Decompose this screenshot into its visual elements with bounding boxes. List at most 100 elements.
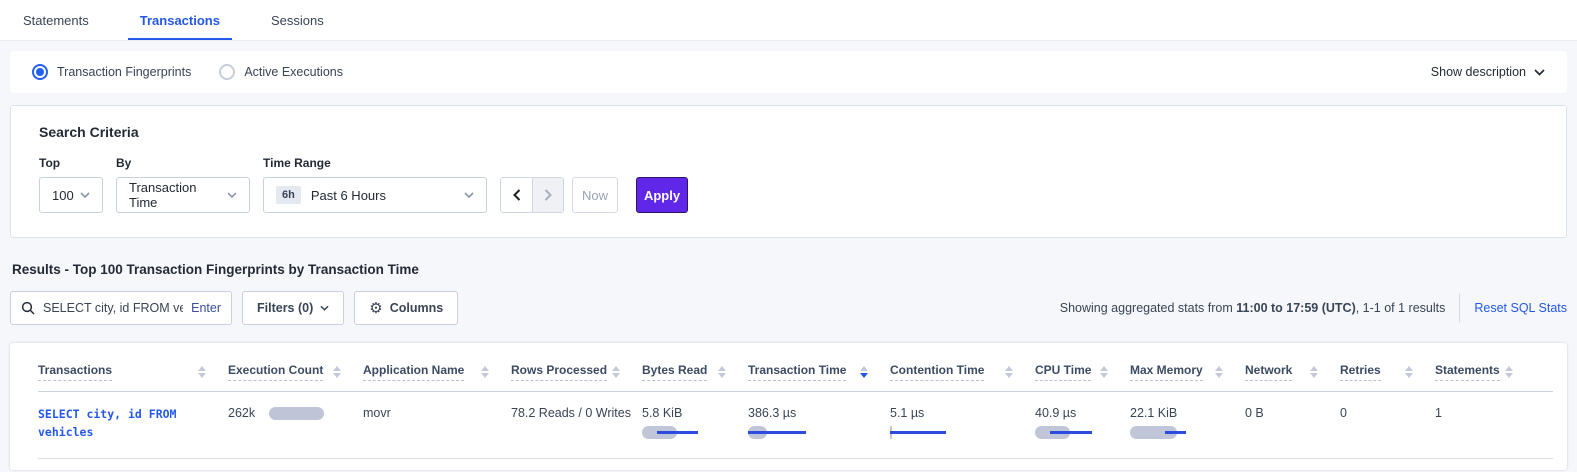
by-select[interactable]: Transaction Time: [116, 177, 250, 213]
sort-icon[interactable]: [1405, 363, 1413, 378]
by-select-value: Transaction Time: [129, 180, 227, 210]
tab-transactions[interactable]: Transactions: [128, 0, 232, 40]
column-header-contention-time[interactable]: Contention Time: [890, 363, 1035, 381]
search-icon: [21, 301, 35, 315]
time-range-value: Past 6 Hours: [311, 188, 386, 203]
time-range-prev-button[interactable]: [501, 178, 532, 212]
column-header-retries[interactable]: Retries: [1340, 363, 1435, 381]
by-field: By Transaction Time: [116, 156, 250, 213]
aggregated-stats-text: Showing aggregated stats from 11:00 to 1…: [1060, 301, 1446, 315]
sort-icon[interactable]: [1505, 363, 1513, 378]
column-header-cpu-time[interactable]: CPU Time: [1035, 363, 1130, 381]
transaction-time-bar: [748, 426, 810, 439]
cell-bytes-read: 5.8 KiB: [642, 406, 748, 439]
apply-button[interactable]: Apply: [636, 177, 688, 213]
cell-transaction: SELECT city, id FROM vehicles: [38, 406, 228, 442]
search-criteria-panel: Search Criteria Top 100 By Transaction T…: [10, 105, 1567, 238]
reset-sql-stats-link[interactable]: Reset SQL Stats: [1474, 301, 1567, 315]
search-input-value: SELECT city, id FROM vehicles W: [43, 301, 183, 315]
chevron-right-icon: [544, 189, 552, 201]
column-header-network[interactable]: Network: [1245, 363, 1340, 381]
time-range-field: Time Range 6h Past 6 Hours: [263, 156, 487, 213]
time-range-select[interactable]: 6h Past 6 Hours: [263, 177, 487, 213]
cell-max-memory: 22.1 KiB: [1130, 406, 1245, 439]
cpu-time-bar: [1035, 426, 1097, 439]
top-field: Top 100: [39, 156, 103, 213]
chevron-left-icon: [513, 189, 521, 201]
sort-icon[interactable]: [612, 363, 620, 378]
radio-selected-icon: [32, 64, 48, 80]
cell-transaction-time: 386.3 µs: [748, 406, 890, 439]
top-select[interactable]: 100: [39, 177, 103, 213]
column-header-statements[interactable]: Statements: [1435, 363, 1535, 381]
view-toggle-panel: Transaction Fingerprints Active Executio…: [10, 51, 1567, 93]
results-right-controls: Showing aggregated stats from 11:00 to 1…: [1060, 294, 1567, 322]
cell-cpu-time: 40.9 µs: [1035, 406, 1130, 439]
chevron-down-icon: [80, 192, 90, 198]
time-range-field-label: Time Range: [263, 156, 487, 170]
sort-icon[interactable]: [481, 363, 489, 378]
sort-icon[interactable]: [1100, 363, 1108, 378]
column-header-max-memory[interactable]: Max Memory: [1130, 363, 1245, 381]
column-header-transactions[interactable]: Transactions: [38, 363, 228, 381]
table-header-row: Transactions Execution Count Application…: [38, 343, 1553, 392]
radio-unselected-icon: [219, 64, 235, 80]
chevron-down-icon: [227, 192, 237, 198]
filters-button[interactable]: Filters (0): [242, 291, 344, 325]
column-header-transaction-time[interactable]: Transaction Time: [748, 363, 890, 381]
results-controls-row: SELECT city, id FROM vehicles W Enter Fi…: [10, 291, 1567, 325]
radio-active-executions-label: Active Executions: [244, 65, 343, 79]
by-field-label: By: [116, 156, 250, 170]
radio-transaction-fingerprints[interactable]: Transaction Fingerprints: [32, 64, 191, 80]
now-button[interactable]: Now: [572, 177, 618, 213]
search-input[interactable]: SELECT city, id FROM vehicles W Enter: [10, 291, 232, 325]
sort-icon[interactable]: [718, 363, 726, 378]
show-description-label: Show description: [1431, 65, 1526, 79]
vertical-divider: [1459, 294, 1460, 322]
gear-icon: ⚙: [369, 301, 382, 316]
chevron-down-icon: [320, 305, 329, 311]
tab-sessions[interactable]: Sessions: [259, 0, 336, 40]
time-range-next-button[interactable]: [532, 178, 563, 212]
transaction-fingerprint-link[interactable]: SELECT city, id FROM vehicles: [38, 406, 198, 442]
columns-button[interactable]: ⚙ Columns: [354, 291, 458, 325]
column-header-rows-processed[interactable]: Rows Processed: [511, 363, 642, 381]
sort-icon[interactable]: [333, 363, 341, 378]
cell-contention-time: 5.1 µs: [890, 406, 1035, 439]
cell-rows-processed: 78.2 Reads / 0 Writes: [511, 406, 642, 420]
column-header-bytes-read[interactable]: Bytes Read: [642, 363, 748, 381]
sort-icon[interactable]: [1215, 363, 1223, 378]
page-tabbar: Statements Transactions Sessions: [0, 0, 1577, 41]
tab-statements[interactable]: Statements: [11, 0, 101, 40]
search-criteria-form: Top 100 By Transaction Time Time Range 6: [39, 156, 1538, 213]
top-select-value: 100: [52, 188, 74, 203]
column-header-application-name[interactable]: Application Name: [363, 363, 511, 381]
contention-time-bar: [890, 426, 952, 439]
cell-network: 0 B: [1245, 406, 1340, 420]
column-header-execution-count[interactable]: Execution Count: [228, 363, 363, 381]
sort-icon[interactable]: [1310, 363, 1318, 378]
sort-icon[interactable]: [198, 363, 206, 378]
time-range-nav-group: [500, 177, 564, 213]
radio-active-executions[interactable]: Active Executions: [219, 64, 343, 80]
columns-button-label: Columns: [390, 301, 443, 315]
results-left-controls: SELECT city, id FROM vehicles W Enter Fi…: [10, 291, 458, 325]
sort-icon[interactable]: [1005, 363, 1013, 378]
cell-execution-count: 262k: [228, 406, 363, 420]
search-criteria-title: Search Criteria: [39, 124, 1538, 140]
cell-statements: 1: [1435, 406, 1535, 420]
bytes-read-bar: [642, 426, 704, 439]
search-enter-button[interactable]: Enter: [191, 301, 221, 315]
cell-retries: 0: [1340, 406, 1435, 420]
table-row: SELECT city, id FROM vehicles 262k movr …: [38, 392, 1553, 459]
top-field-label: Top: [39, 156, 103, 170]
time-range-content: 6h Past 6 Hours: [276, 186, 386, 204]
execution-count-bar: [269, 407, 324, 420]
max-memory-bar: [1130, 426, 1192, 439]
radio-fingerprints-label: Transaction Fingerprints: [57, 65, 191, 79]
view-radio-group: Transaction Fingerprints Active Executio…: [32, 64, 343, 80]
chevron-down-icon: [464, 192, 474, 198]
time-range-badge: 6h: [276, 186, 301, 204]
sort-icon-active-desc[interactable]: [860, 363, 868, 378]
show-description-toggle[interactable]: Show description: [1431, 65, 1545, 79]
